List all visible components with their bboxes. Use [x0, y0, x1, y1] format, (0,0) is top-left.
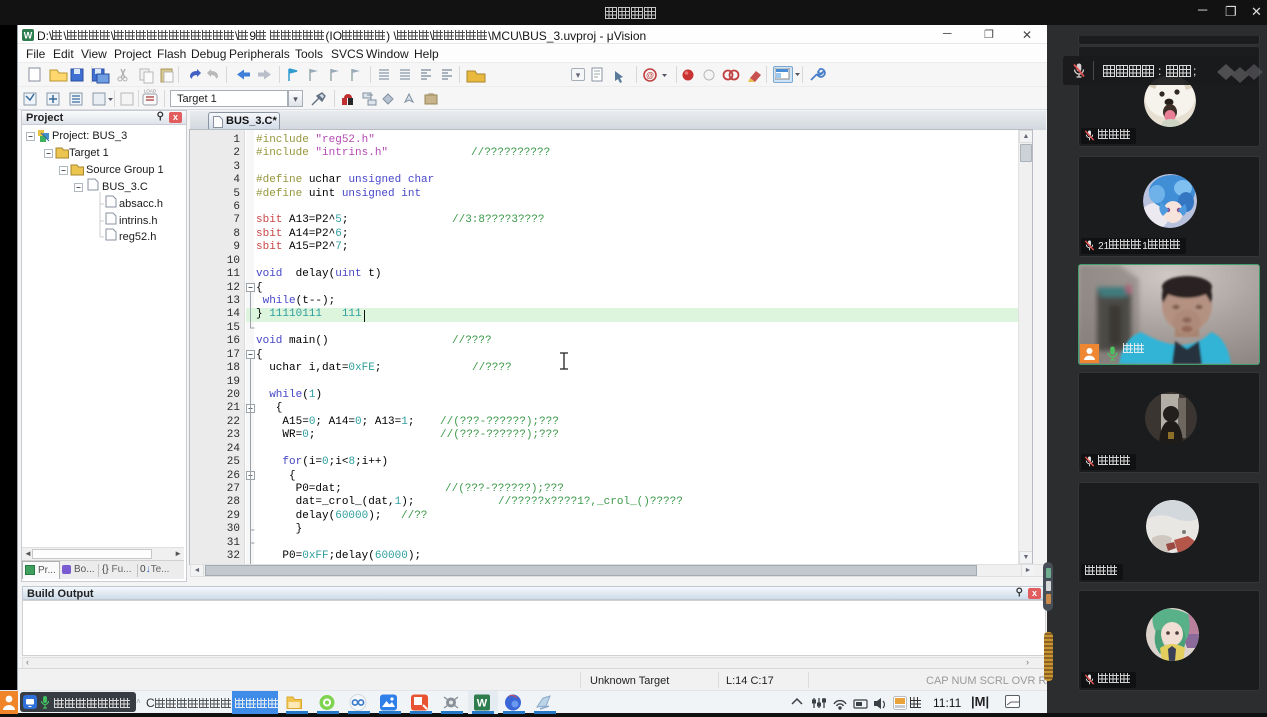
svg-text:W: W — [477, 698, 488, 710]
svg-text:W: W — [24, 31, 33, 41]
svg-text:@: @ — [646, 71, 654, 80]
svg-text:LOAD: LOAD — [144, 89, 157, 94]
